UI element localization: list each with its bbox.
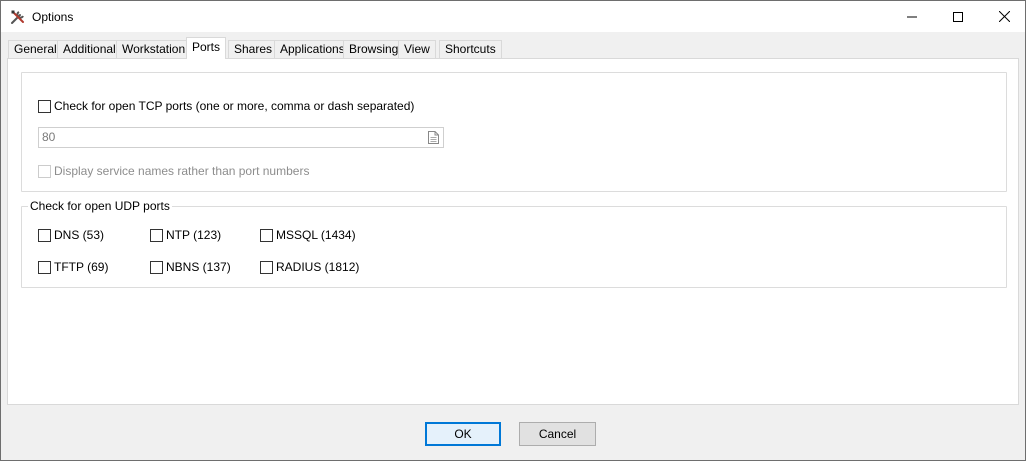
udp-nbns-label: NBNS (137) [166, 260, 231, 274]
udp-ntp-checkbox[interactable]: NTP (123) [150, 228, 221, 242]
file-icon[interactable] [428, 131, 439, 144]
udp-tftp-checkbox[interactable]: TFTP (69) [38, 260, 108, 274]
checkbox-box [38, 164, 51, 178]
maximize-icon [953, 11, 963, 22]
close-icon [998, 11, 1010, 22]
display-service-names-checkbox: Display service names rather than port n… [38, 164, 309, 178]
tab-workstation[interactable]: Workstation [116, 40, 192, 59]
close-button[interactable] [981, 1, 1026, 32]
tcp-ports-label: Check for open TCP ports (one or more, c… [54, 99, 415, 113]
udp-ntp-label: NTP (123) [166, 228, 222, 242]
udp-ports-group: Check for open UDP ports DNS (53) NTP (1… [21, 199, 1007, 288]
tab-shares[interactable]: Shares [228, 40, 279, 59]
tab-applications[interactable]: Applications [274, 40, 351, 59]
tcp-ports-value: 80 [42, 130, 56, 144]
tab-view[interactable]: View [398, 40, 436, 59]
tab-ports[interactable]: Ports [186, 37, 227, 59]
checkbox-box[interactable] [150, 260, 163, 274]
ok-button[interactable]: OK [425, 422, 501, 446]
checkbox-box[interactable] [38, 260, 51, 274]
minimize-icon [907, 16, 917, 17]
tab-general[interactable]: General [8, 40, 63, 59]
display-service-names-label: Display service names rather than port n… [54, 164, 310, 178]
cancel-button[interactable]: Cancel [519, 422, 596, 446]
tcp-ports-input[interactable]: 80 [38, 127, 444, 148]
maximize-button[interactable] [935, 1, 981, 32]
udp-radius-checkbox[interactable]: RADIUS (1812) [260, 260, 359, 274]
udp-dns-checkbox[interactable]: DNS (53) [38, 228, 104, 242]
udp-mssql-checkbox[interactable]: MSSQL (1434) [260, 228, 356, 242]
tools-icon [11, 10, 24, 24]
udp-tftp-label: TFTP (69) [54, 260, 109, 274]
tab-additional[interactable]: Additional [57, 40, 122, 59]
udp-dns-label: DNS (53) [54, 228, 105, 242]
minimize-button[interactable] [889, 1, 935, 32]
udp-nbns-checkbox[interactable]: NBNS (137) [150, 260, 231, 274]
udp-radius-label: RADIUS (1812) [276, 260, 360, 274]
tab-browsing[interactable]: Browsing [343, 40, 405, 59]
tab-shortcuts[interactable]: Shortcuts [439, 40, 502, 59]
checkbox-box[interactable] [38, 99, 51, 113]
title-bar[interactable]: Options [1, 1, 1025, 32]
udp-mssql-label: MSSQL (1434) [276, 228, 356, 242]
window-title: Options [32, 10, 74, 24]
tcp-ports-checkbox[interactable]: Check for open TCP ports (one or more, c… [38, 99, 414, 113]
ports-tab-panel: Check for open TCP ports (one or more, c… [7, 58, 1019, 405]
checkbox-box[interactable] [260, 260, 273, 274]
checkbox-box[interactable] [150, 228, 163, 242]
options-window: Options General Additional Workstation P… [0, 0, 1026, 461]
checkbox-box[interactable] [38, 228, 51, 242]
tcp-ports-group: Check for open TCP ports (one or more, c… [21, 72, 1007, 192]
checkbox-box[interactable] [260, 228, 273, 242]
udp-group-legend: Check for open UDP ports [28, 199, 172, 213]
tab-strip: General Additional Workstation Ports Sha… [8, 37, 1018, 59]
